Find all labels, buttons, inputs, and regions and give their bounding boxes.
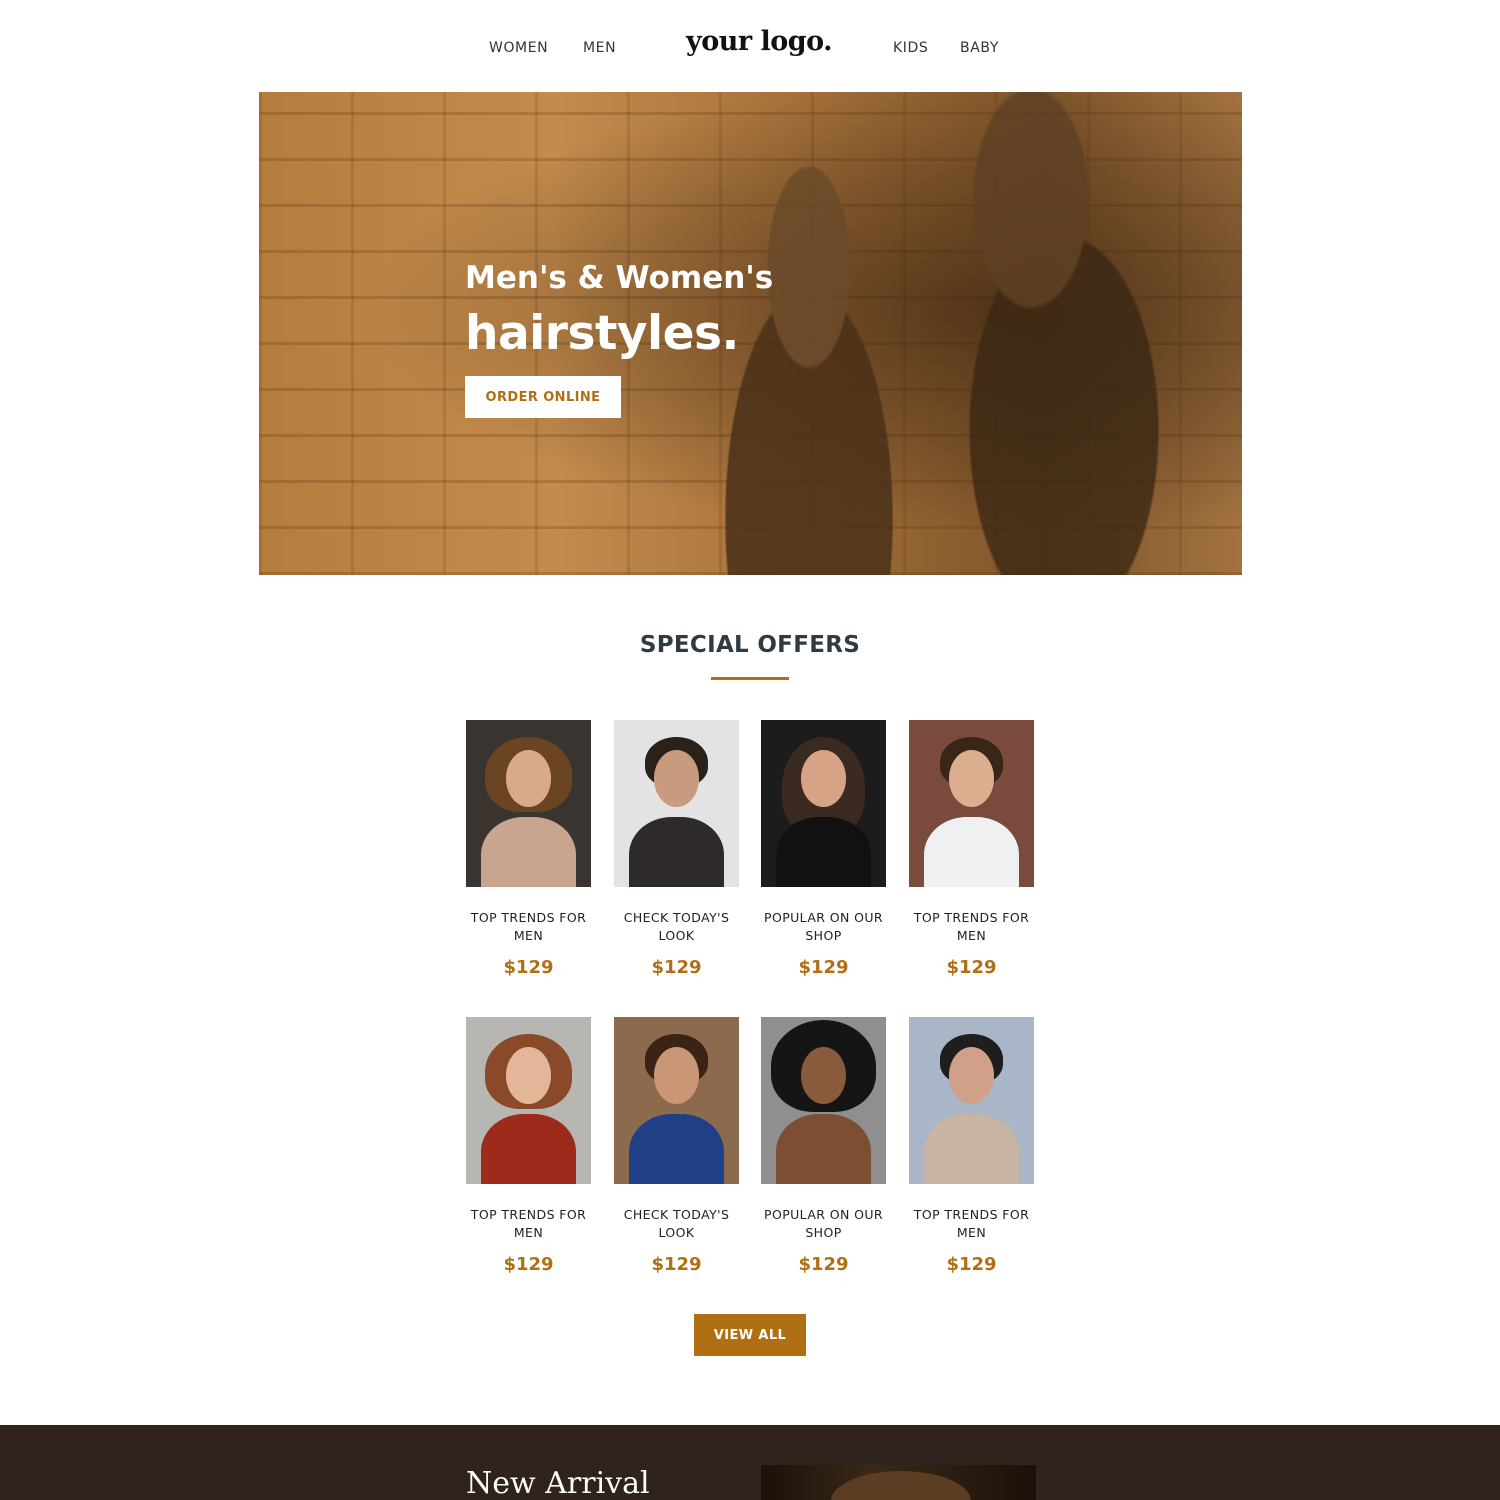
- offer-label: CHECK TODAY'S LOOK: [623, 1207, 730, 1240]
- nav-link-kids[interactable]: KIDS: [893, 40, 928, 56]
- offer-photo-man-beard-glasses[interactable]: [614, 720, 739, 887]
- offer-photo-man-tank-top[interactable]: [909, 1017, 1034, 1184]
- offer-card[interactable]: POPULAR ON OUR SHOP $129: [761, 1017, 886, 1275]
- new-arrival-title: New Arrival: [466, 1466, 650, 1500]
- order-online-button[interactable]: ORDER ONLINE: [465, 376, 621, 418]
- offer-card[interactable]: TOP TRENDS FOR MEN $129: [466, 720, 591, 978]
- offer-photo-woman-long-hair[interactable]: [761, 720, 886, 887]
- offer-photo-man-white-shirt[interactable]: [909, 720, 1034, 887]
- offer-card[interactable]: POPULAR ON OUR SHOP $129: [761, 720, 886, 978]
- offer-price: $129: [798, 957, 849, 978]
- hero-barber-figure: [899, 92, 1229, 575]
- offer-price: $129: [503, 957, 554, 978]
- title-underline: [711, 677, 789, 680]
- offer-card[interactable]: CHECK TODAY'S LOOK $129: [614, 720, 739, 978]
- offer-card[interactable]: CHECK TODAY'S LOOK $129: [614, 1017, 739, 1275]
- offer-price: $129: [946, 957, 997, 978]
- offer-label: CHECK TODAY'S LOOK: [623, 910, 730, 943]
- offer-price: $129: [651, 1254, 702, 1275]
- offer-photo-woman-red-sweater[interactable]: [466, 1017, 591, 1184]
- offer-label: POPULAR ON OUR SHOP: [764, 1207, 883, 1240]
- hero-title: hairstyles.: [465, 306, 739, 361]
- offer-photo-woman-afro[interactable]: [761, 1017, 886, 1184]
- offer-price: $129: [946, 1254, 997, 1275]
- new-arrival-section: [0, 1425, 1500, 1500]
- nav-link-baby[interactable]: BABY: [960, 40, 999, 56]
- offer-label: TOP TRENDS FOR MEN: [913, 1207, 1030, 1240]
- offer-photo-woman-curly[interactable]: [466, 720, 591, 887]
- offer-price: $129: [798, 1254, 849, 1275]
- logo[interactable]: your logo.: [686, 26, 833, 57]
- offer-label: TOP TRENDS FOR MEN: [913, 910, 1030, 943]
- nav-link-women[interactable]: WOMEN: [489, 40, 548, 56]
- view-all-button[interactable]: VIEW ALL: [694, 1314, 806, 1356]
- new-arrival-photo[interactable]: [761, 1465, 1036, 1500]
- hero-subtitle: Men's & Women's: [465, 260, 774, 296]
- offer-price: $129: [651, 957, 702, 978]
- offer-photo-man-blue-blazer[interactable]: [614, 1017, 739, 1184]
- nav-link-men[interactable]: MEN: [583, 40, 616, 56]
- hero-banner: Men's & Women's hairstyles. ORDER ONLINE: [259, 92, 1242, 575]
- top-nav: WOMEN MEN your logo. KIDS BABY: [0, 0, 1500, 92]
- special-offers-title: SPECIAL OFFERS: [639, 632, 861, 658]
- offer-card[interactable]: TOP TRENDS FOR MEN $129: [909, 720, 1034, 978]
- offer-card[interactable]: TOP TRENDS FOR MEN $129: [466, 1017, 591, 1275]
- offer-label: TOP TRENDS FOR MEN: [470, 910, 587, 943]
- offer-label: POPULAR ON OUR SHOP: [764, 910, 883, 943]
- offer-card[interactable]: TOP TRENDS FOR MEN $129: [909, 1017, 1034, 1275]
- offer-label: TOP TRENDS FOR MEN: [470, 1207, 587, 1240]
- offer-price: $129: [503, 1254, 554, 1275]
